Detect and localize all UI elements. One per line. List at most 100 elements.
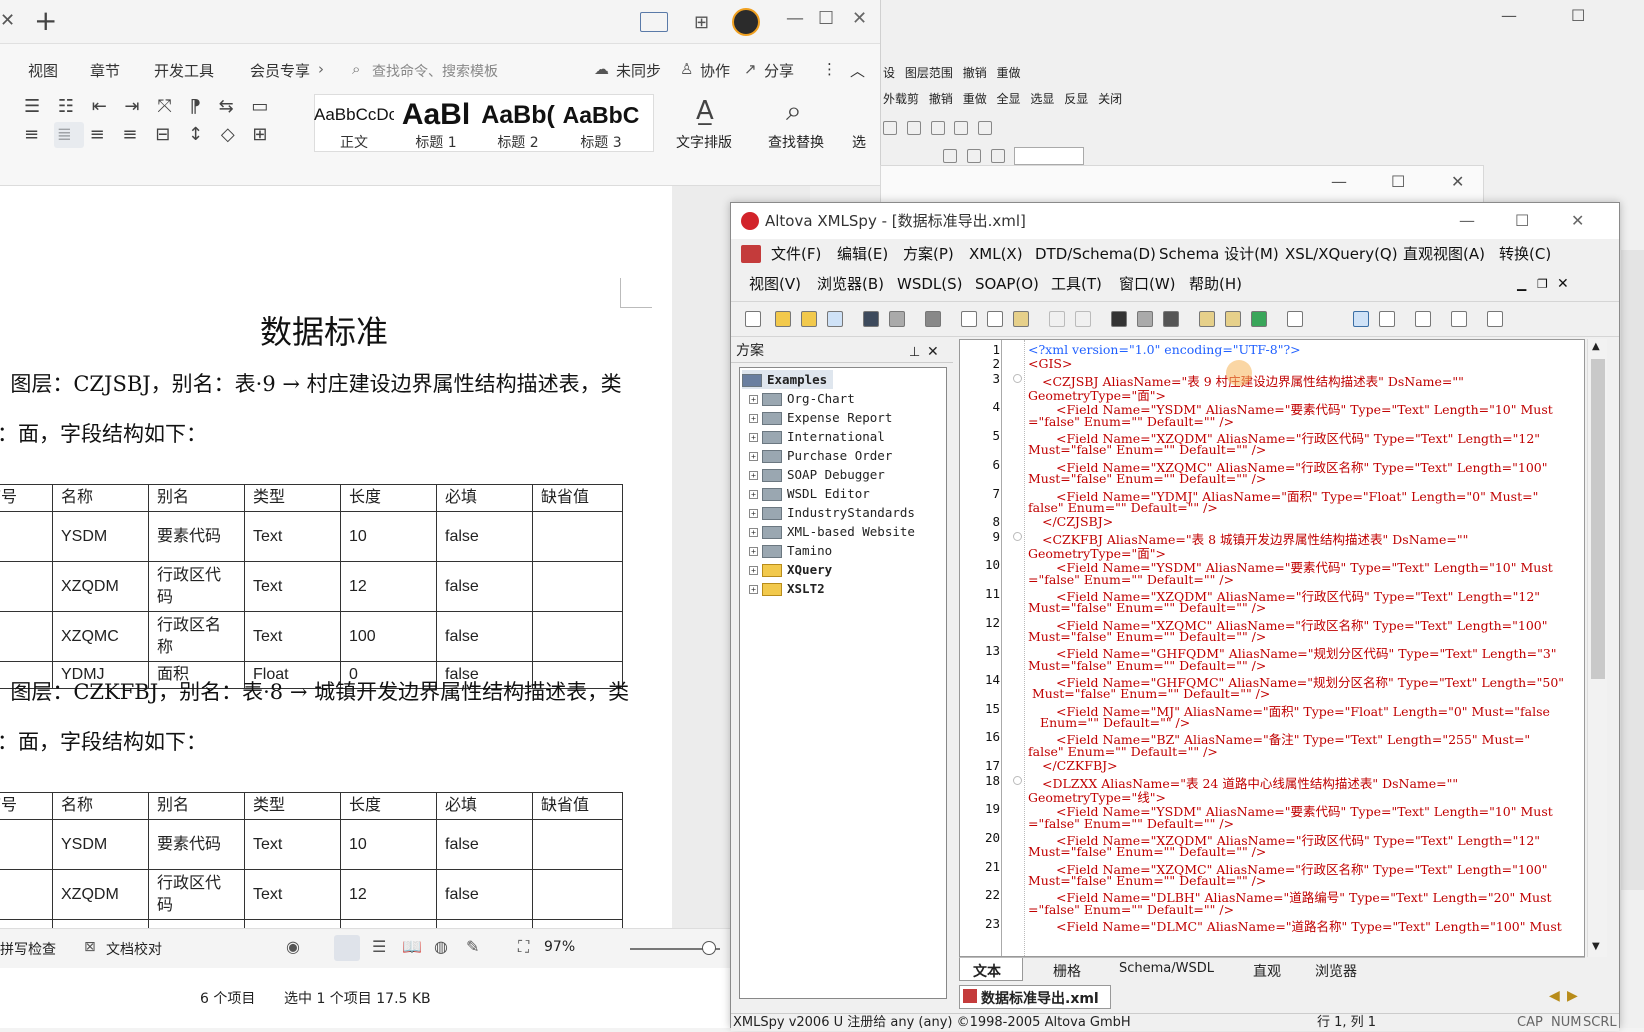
close-icon[interactable]: ✕ [1451,172,1464,191]
table-cell[interactable]: 100 [340,611,437,662]
table-header-cell[interactable]: 长度 [340,484,437,512]
find-icon[interactable] [1111,311,1127,327]
print-icon[interactable] [925,311,941,327]
code-line[interactable]: Must="false" Enum="" Default="" /> [1028,629,1266,644]
code-line[interactable]: Must="false" Enum="" Default="" /> [1028,873,1266,888]
tree-item[interactable]: + SOAP Debugger [740,465,885,484]
close-icon[interactable]: ✕ [1571,203,1584,239]
code-line[interactable]: <?xml version="1.0" encoding="UTF-8"?> [1028,342,1301,357]
expand-icon[interactable]: + [749,452,758,461]
code-line[interactable]: Must="false" Enum="" Default="" /> [1028,600,1266,615]
table-cell[interactable] [532,919,623,928]
table-header-cell[interactable]: 长度 [340,792,437,820]
menu-project[interactable]: 方案(P) [903,239,954,269]
table-cell[interactable]: 12 [340,561,437,612]
select-button[interactable]: 选 [852,132,866,152]
copy-icon[interactable] [987,311,1003,327]
bg-tool-redo2[interactable]: 重做 [963,92,987,106]
table-cell[interactable]: 10 [340,511,437,562]
table-cell[interactable] [0,919,53,928]
menu-help[interactable]: 帮助(H) [1189,269,1242,299]
table-header-cell[interactable]: 缺省值 [532,792,623,820]
code-line[interactable]: Enum="" Default="" /> [1040,715,1190,730]
share-button[interactable]: 分享 [764,60,794,81]
code-line[interactable]: <GIS> [1028,356,1072,371]
table-cell[interactable]: Text [244,561,341,612]
bg-tool-label[interactable]: 设 [883,66,895,80]
window-mode-icon[interactable] [640,12,668,32]
outline-view-icon[interactable]: ☰ [372,937,386,956]
bg-tool-show-all[interactable]: 全显 [997,92,1021,106]
editor-vertical-scrollbar[interactable]: ▲ ▼ [1587,339,1607,957]
tree-item[interactable]: + Purchase Order [740,446,892,465]
tree-item[interactable]: + Expense Report [740,408,892,427]
code-line[interactable]: ="false" Enum="" Default="" /> [1028,572,1234,587]
mdi-restore-icon[interactable]: ❐ [1537,269,1548,299]
reload-icon[interactable] [827,311,843,327]
table-header-cell[interactable]: 必填 [436,792,533,820]
table-cell[interactable] [0,611,53,662]
tab-grid-view[interactable]: 栅格 [1053,961,1081,981]
bg-tool-clip[interactable]: 外载剪 [883,92,919,106]
expand-icon[interactable]: + [749,585,758,594]
page-view-icon[interactable] [334,935,360,961]
expand-icon[interactable]: + [749,433,758,442]
table-cell[interactable]: 行政区代码 [148,869,245,920]
code-line[interactable]: false" Enum="" Default="" /> [1028,500,1218,515]
table-cell[interactable] [0,819,53,870]
bg-tool-icon[interactable] [906,120,921,135]
expand-icon[interactable]: + [749,566,758,575]
minimize-icon[interactable]: — [1501,6,1517,25]
zoom-level[interactable]: 97% [544,939,575,955]
cut-icon[interactable] [961,311,977,327]
table-cell[interactable] [0,869,53,920]
bg-tool-show-selected[interactable]: 选显 [1030,92,1054,106]
table-cell[interactable]: Text [244,819,341,870]
grid-apps-icon[interactable]: ⊞ [694,12,709,33]
spellcheck-icon[interactable] [1287,311,1303,327]
table-header-cell[interactable]: 序号 [0,792,53,820]
mdi-minimize-icon[interactable]: ▁ [1517,269,1526,299]
menu-developer[interactable]: 开发工具 [154,60,214,81]
table-header-cell[interactable]: 序号 [0,484,53,512]
tree-item[interactable]: + XQuery [740,560,832,579]
chevron-right-icon[interactable]: › [318,60,324,78]
menu-browser[interactable]: 浏览器(B) [817,269,884,299]
pin-icon[interactable]: ⊥ [909,341,920,365]
tree-root[interactable]: Examples [742,370,834,389]
table-cell[interactable]: false [436,869,533,920]
command-search-input[interactable]: 查找命令、搜索模板 [372,61,498,81]
table-cell[interactable]: Text [244,919,341,928]
menu-tools[interactable]: 工具(T) [1051,269,1102,299]
table-cell[interactable]: XZQDM [52,561,149,612]
code-line[interactable]: <Field Name="DLMC" AliasName="道路名称" Type… [1056,916,1562,935]
spell-check-button[interactable]: 拼写检查 [0,939,56,959]
fit-page-icon[interactable]: ⛶ [518,937,529,957]
bg-tool-close[interactable]: 关闭 [1098,92,1122,106]
maximize-icon[interactable]: ☐ [1571,6,1585,25]
bg-tool-icon[interactable] [883,120,897,135]
close-panel-icon[interactable]: ✕ [927,340,939,364]
expand-icon[interactable]: + [749,509,758,518]
maximize-icon[interactable]: ☐ [1391,172,1405,191]
tree-item[interactable]: + International [740,427,885,446]
tree-item[interactable]: + XSLT2 [740,579,825,598]
new-file-icon[interactable] [745,311,761,327]
table-cell[interactable]: YSDM [52,511,149,562]
tab-prev-icon[interactable]: ◀ [1549,988,1560,1004]
table-cell[interactable] [0,511,53,562]
code-line[interactable]: Must="false" Enum="" Default="" /> [1028,442,1266,457]
bg-tool-undo[interactable]: 撤销 [963,66,987,80]
paste-icon[interactable] [1013,311,1029,327]
tree-item[interactable]: + XML-based Website [740,522,915,541]
menu-member[interactable]: 会员专享 [250,60,310,81]
menu-file[interactable]: 文件(F) [771,239,821,269]
menu-dtd-schema[interactable]: DTD/Schema(D) [1035,239,1156,269]
pen-icon[interactable]: ✎ [466,937,479,956]
table-cell[interactable]: false [436,819,533,870]
save-icon[interactable] [863,311,879,327]
style-normal[interactable]: AaBbCcDc 正文 [314,98,394,150]
bg-tool-invert[interactable]: 反显 [1064,92,1088,106]
code-line[interactable]: Must="false" Enum="" Default="" /> [1028,471,1266,486]
scroll-thumb[interactable] [1591,359,1605,679]
